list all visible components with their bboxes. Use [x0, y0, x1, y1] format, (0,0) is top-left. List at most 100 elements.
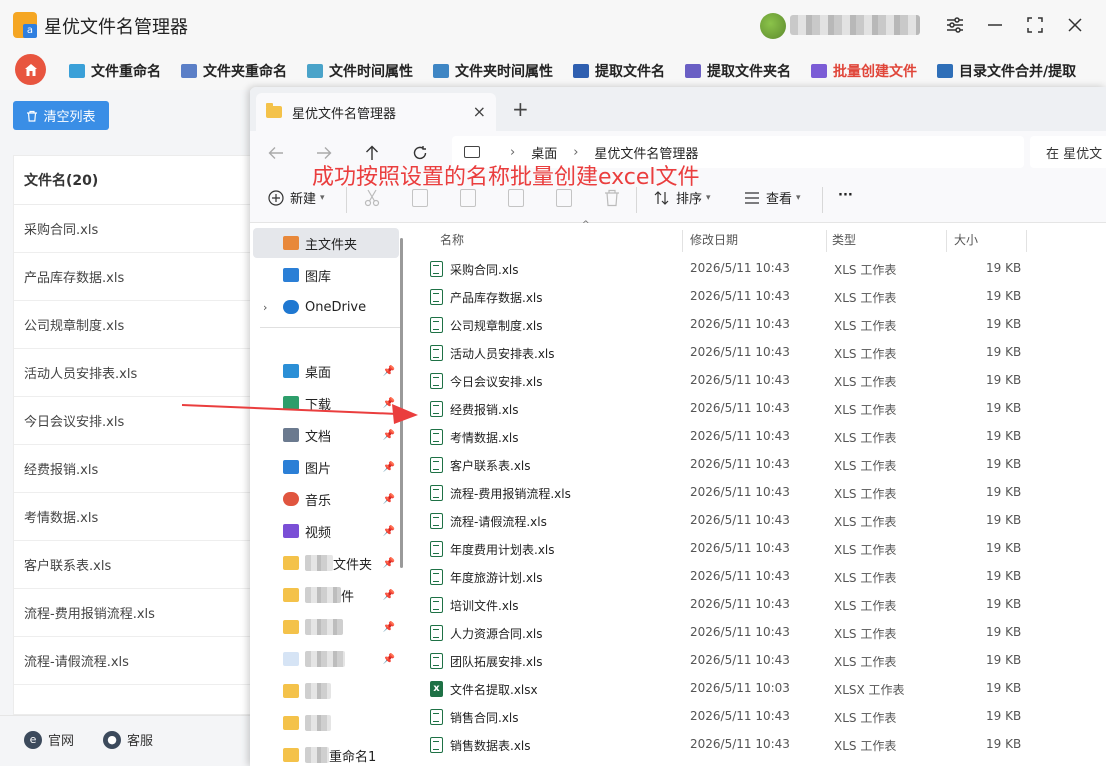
- nav-quick-videos[interactable]: 视频 📌: [253, 516, 399, 546]
- nav-folder-blurred-1[interactable]: 文件夹 📌: [253, 548, 399, 578]
- explorer-tab[interactable]: 星优文件名管理器 ×: [256, 93, 496, 131]
- file-row[interactable]: 客户联系表.xls 2026/5/11 10:43 XLS 工作表 19 KB: [424, 450, 1044, 478]
- nav-home-label: 主文件夹: [305, 237, 358, 253]
- pin-icon[interactable]: 📌: [383, 494, 395, 505]
- nav-folder-rename[interactable]: 文件夹重命名: [181, 58, 287, 84]
- settings-sliders-icon[interactable]: [942, 12, 968, 38]
- nav-folder-blurred-4[interactable]: 📌: [253, 644, 399, 674]
- nav-quick-desktop[interactable]: 桌面 📌: [253, 356, 399, 386]
- file-row[interactable]: 采购合同.xls 2026/5/11 10:43 XLS 工作表 19 KB: [424, 254, 1044, 282]
- nav-quick-pictures[interactable]: 图片 📌: [253, 452, 399, 482]
- nav-extract-foldername[interactable]: 提取文件夹名: [685, 58, 791, 84]
- pin-icon[interactable]: 📌: [383, 430, 395, 441]
- music-icon: [283, 492, 299, 506]
- file-name: 今日会议安排.xls: [450, 375, 543, 389]
- home-icon: [24, 63, 37, 76]
- file-row[interactable]: 团队拓展安排.xls 2026/5/11 10:43 XLS 工作表 19 KB: [424, 646, 1044, 674]
- file-list-item[interactable]: 经费报销.xls: [14, 445, 252, 493]
- rename-icon[interactable]: [508, 189, 524, 207]
- file-list-item[interactable]: 流程-请假流程.xls: [14, 637, 252, 685]
- minimize-icon[interactable]: [982, 12, 1008, 38]
- file-row[interactable]: 公司规章制度.xls 2026/5/11 10:43 XLS 工作表 19 KB: [424, 310, 1044, 338]
- nav-file-rename[interactable]: 文件重命名: [69, 58, 161, 84]
- copy-icon[interactable]: [412, 189, 428, 207]
- file-row[interactable]: 人力资源合同.xls 2026/5/11 10:43 XLS 工作表 19 KB: [424, 618, 1044, 646]
- blurred-text: [305, 747, 329, 763]
- nav-dir-merge[interactable]: 目录文件合并/提取: [937, 58, 1076, 84]
- file-date: 2026/5/11 10:43: [690, 429, 790, 443]
- official-site-link[interactable]: e 官网: [24, 730, 74, 749]
- new-tab-icon[interactable]: +: [512, 97, 529, 121]
- file-list-item[interactable]: 采购合同.xls: [14, 205, 252, 253]
- user-avatar[interactable]: [760, 13, 786, 39]
- column-divider[interactable]: [826, 230, 827, 252]
- more-options-icon[interactable]: ···: [838, 188, 853, 203]
- nav-quick-music[interactable]: 音乐 📌: [253, 484, 399, 514]
- file-row[interactable]: 流程-费用报销流程.xls 2026/5/11 10:43 XLS 工作表 19 KB: [424, 478, 1044, 506]
- nav-label: 文件时间属性: [329, 64, 413, 80]
- file-list-item[interactable]: 客户联系表.xls: [14, 541, 252, 589]
- pin-icon[interactable]: 📌: [383, 654, 395, 665]
- file-row[interactable]: 销售合同.xls 2026/5/11 10:43 XLS 工作表 19 KB: [424, 702, 1044, 730]
- search-input[interactable]: 在 星优文: [1030, 136, 1106, 168]
- share-icon[interactable]: [556, 189, 572, 207]
- column-divider[interactable]: [1026, 230, 1027, 252]
- clear-list-button[interactable]: 清空列表: [13, 101, 109, 130]
- file-row[interactable]: 今日会议安排.xls 2026/5/11 10:43 XLS 工作表 19 KB: [424, 366, 1044, 394]
- file-row[interactable]: 流程-请假流程.xls 2026/5/11 10:43 XLS 工作表 19 KB: [424, 506, 1044, 534]
- home-button[interactable]: [15, 54, 46, 85]
- pin-icon[interactable]: 📌: [383, 366, 395, 377]
- nav-folder-time[interactable]: 文件夹时间属性: [433, 58, 553, 84]
- nav-folder-blurred-5[interactable]: [253, 676, 399, 706]
- file-row[interactable]: 经费报销.xls 2026/5/11 10:43 XLS 工作表 19 KB: [424, 394, 1044, 422]
- file-list-item[interactable]: 公司规章制度.xls: [14, 301, 252, 349]
- pin-icon[interactable]: 📌: [383, 590, 395, 601]
- column-divider[interactable]: [682, 230, 683, 252]
- pin-icon[interactable]: 📌: [383, 526, 395, 537]
- view-button[interactable]: 查看 ▾: [744, 188, 801, 207]
- xls-file-icon: [430, 541, 443, 557]
- pin-icon[interactable]: 📌: [383, 558, 395, 569]
- customer-service-link[interactable]: ● 客服: [103, 730, 153, 749]
- file-type: XLS 工作表: [834, 627, 897, 641]
- column-name[interactable]: 名称 ^: [440, 220, 590, 254]
- column-divider[interactable]: [946, 230, 947, 252]
- column-size[interactable]: 大小: [954, 224, 978, 254]
- paste-icon[interactable]: [460, 189, 476, 207]
- cut-icon[interactable]: [364, 189, 380, 207]
- user-name-blurred[interactable]: [790, 15, 920, 35]
- nav-folder-blurred-2[interactable]: 件 📌: [253, 580, 399, 610]
- nav-folder-blurred-7[interactable]: 重命名1: [253, 740, 399, 766]
- column-modified[interactable]: 修改日期: [690, 224, 738, 254]
- chevron-right-icon[interactable]: ›: [263, 301, 267, 314]
- file-row[interactable]: 销售数据表.xls 2026/5/11 10:43 XLS 工作表 19 KB: [424, 730, 1044, 758]
- file-name: 产品库存数据.xls: [450, 291, 543, 305]
- close-icon[interactable]: [1062, 12, 1088, 38]
- pin-icon[interactable]: 📌: [383, 462, 395, 473]
- nav-file-time[interactable]: 文件时间属性: [307, 58, 413, 84]
- tab-close-icon[interactable]: ×: [473, 102, 486, 121]
- pin-icon[interactable]: 📌: [383, 622, 395, 633]
- file-list-item[interactable]: 考情数据.xls: [14, 493, 252, 541]
- nav-batch-create[interactable]: 批量创建文件: [811, 58, 917, 90]
- file-row[interactable]: 产品库存数据.xls 2026/5/11 10:43 XLS 工作表 19 KB: [424, 282, 1044, 310]
- nav-gallery[interactable]: 图库: [253, 260, 399, 290]
- maximize-icon[interactable]: [1022, 12, 1048, 38]
- file-row[interactable]: 考情数据.xls 2026/5/11 10:43 XLS 工作表 19 KB: [424, 422, 1044, 450]
- delete-icon[interactable]: [604, 189, 620, 207]
- file-row[interactable]: x 文件名提取.xlsx 2026/5/11 10:03 XLSX 工作表 19 KB: [424, 674, 1044, 702]
- file-row[interactable]: 活动人员安排表.xls 2026/5/11 10:43 XLS 工作表 19 KB: [424, 338, 1044, 366]
- nav-extract-filename[interactable]: 提取文件名: [573, 58, 665, 84]
- nav-folder-blurred-6[interactable]: [253, 708, 399, 738]
- file-row[interactable]: 年度费用计划表.xls 2026/5/11 10:43 XLS 工作表 19 KB: [424, 534, 1044, 562]
- file-list-item[interactable]: 产品库存数据.xls: [14, 253, 252, 301]
- folder-icon: [283, 620, 299, 634]
- nav-onedrive[interactable]: › OneDrive: [253, 292, 399, 322]
- file-list-item[interactable]: 流程-费用报销流程.xls: [14, 589, 252, 637]
- column-type[interactable]: 类型: [832, 224, 856, 254]
- nav-folder-blurred-3[interactable]: 📌: [253, 612, 399, 642]
- nav-home-folder[interactable]: 主文件夹: [253, 228, 399, 258]
- file-row[interactable]: 培训文件.xls 2026/5/11 10:43 XLS 工作表 19 KB: [424, 590, 1044, 618]
- back-arrow-icon[interactable]: [264, 141, 288, 165]
- file-row[interactable]: 年度旅游计划.xls 2026/5/11 10:43 XLS 工作表 19 KB: [424, 562, 1044, 590]
